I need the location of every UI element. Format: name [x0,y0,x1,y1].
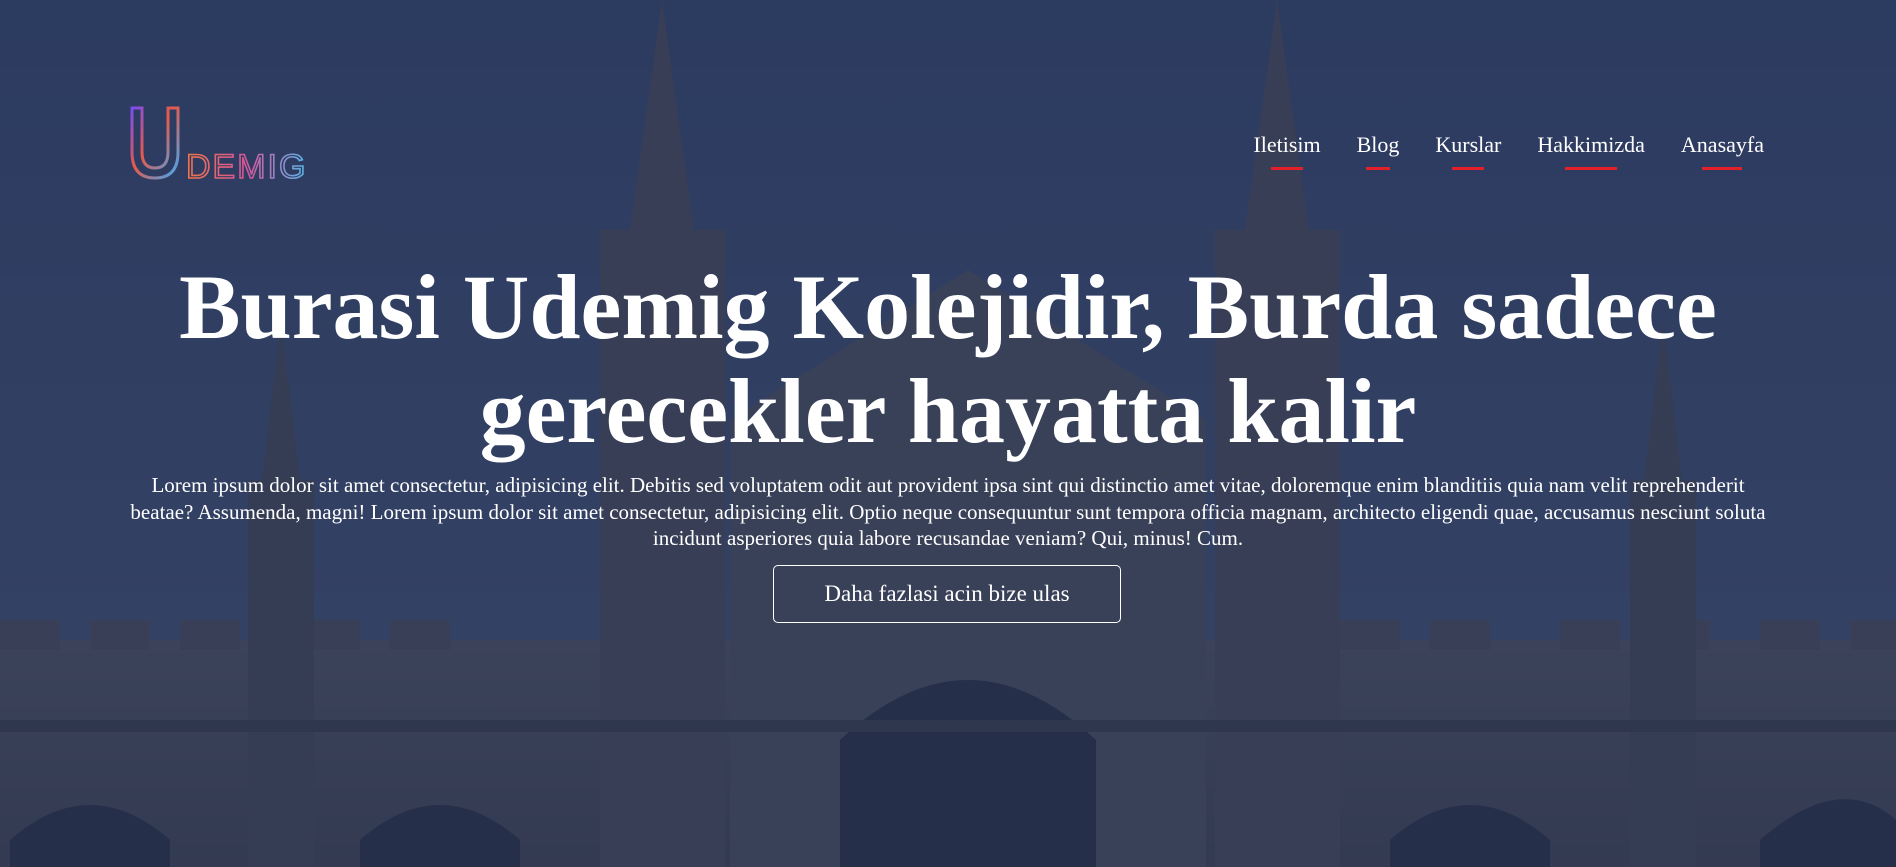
hero-description: Lorem ipsum dolor sit amet consectetur, … [130,473,1766,550]
nav-link-hakkimizda[interactable]: Hakkimizda [1537,132,1645,170]
hero-section: DEMIG Iletisim Blog Kurslar Hakkimizda A… [0,0,1896,867]
hero-headline: Burasi Udemig Kolejidir, Burda sadece ge… [179,256,1717,462]
main-navigation: Iletisim Blog Kurslar Hakkimizda Anasayf… [1253,132,1764,170]
nav-link-blog[interactable]: Blog [1357,132,1400,170]
contact-cta-button[interactable]: Daha fazlasi acin bize ulas [773,565,1121,623]
logo-wordmark: DEMIG [186,148,307,182]
nav-link-iletisim[interactable]: Iletisim [1253,132,1320,170]
udemig-logo[interactable]: DEMIG [128,104,324,182]
nav-link-anasayfa[interactable]: Anasayfa [1681,132,1764,170]
nav-link-kurslar[interactable]: Kurslar [1435,132,1501,170]
